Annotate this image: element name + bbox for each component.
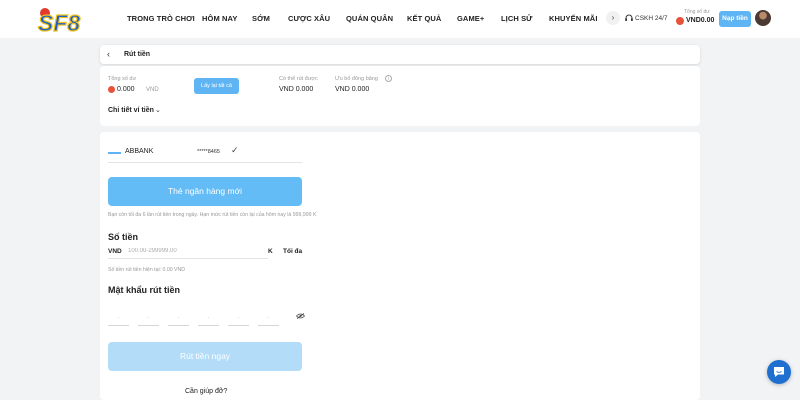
page-header: ‹ Rút tiền — [100, 45, 700, 64]
headset-icon[interactable] — [624, 13, 634, 23]
check-icon: ✓ — [231, 145, 239, 155]
wallet-detail-toggle[interactable]: Chi tiết ví tiền — [108, 107, 154, 114]
pin-digit-input[interactable]: - — [198, 314, 219, 326]
max-amount-button[interactable]: Tối đa — [283, 248, 302, 255]
deposit-button[interactable]: Nạp tiền — [719, 11, 751, 27]
nav-item-games[interactable]: GAME+ — [457, 14, 484, 23]
pin-digit-input[interactable]: - — [228, 314, 249, 326]
withdrawable-label: Có thể rút được — [279, 76, 318, 82]
nav-item-early[interactable]: SỚM — [252, 14, 270, 23]
page-title: Rút tiền — [124, 51, 151, 58]
pin-digit-input[interactable]: - — [258, 314, 279, 326]
wallet-summary: Tổng số dư 0.000 VND Lấy lại tất cả Có t… — [100, 66, 700, 126]
current-amount-note: Số tiền rút tiền hiện tại: 0.00 VND — [108, 267, 185, 273]
total-balance-label: Tổng số dư — [108, 76, 137, 82]
password-title: Mật khẩu rút tiền — [108, 285, 181, 295]
user-avatar[interactable] — [755, 10, 771, 26]
nav-item-today[interactable]: HÔM NAY — [202, 14, 237, 23]
pin-digit-input[interactable]: - — [108, 314, 129, 326]
divider — [108, 258, 268, 259]
chat-bubble-icon — [774, 367, 784, 377]
withdraw-limit-note: Bạn còn tối đa 6 lần rút tiền trong ngày… — [108, 212, 317, 218]
coin-icon — [676, 17, 684, 25]
support-link[interactable]: CSKH 24/7 — [635, 15, 668, 22]
withdraw-form: ABBANK *****8465 ✓ Thẻ ngân hàng mới Bạn… — [100, 132, 700, 400]
chevron-down-icon[interactable]: ⌄ — [155, 106, 161, 114]
bank-indicator — [108, 152, 121, 154]
new-bank-card-button[interactable]: Thẻ ngân hàng mới — [108, 177, 302, 206]
nav-item-results[interactable]: KẾT QUẢ — [407, 14, 441, 23]
chevron-right-icon[interactable]: › — [606, 11, 620, 25]
withdraw-now-button[interactable]: Rút tiền ngay — [108, 342, 302, 371]
divider — [108, 162, 302, 163]
nav-item-history[interactable]: LỊCH SỬ — [501, 14, 533, 23]
pin-digit-input[interactable]: - — [138, 314, 159, 326]
coin-icon — [108, 86, 115, 93]
bank-name[interactable]: ABBANK — [125, 148, 153, 155]
frozen-value: VND 0.000 — [335, 86, 370, 93]
nav-item-parlay[interactable]: CƯỢC XÂU — [288, 14, 330, 23]
total-balance-value: 0.000 — [117, 86, 135, 93]
pin-digit-input[interactable]: - — [168, 314, 189, 326]
frozen-label: Ưu bổ đông băng — [335, 76, 378, 82]
bank-account-number[interactable]: *****8465 — [197, 149, 220, 155]
amount-title: Số tiền — [108, 232, 139, 242]
withdrawable-value: VND 0.000 — [279, 86, 314, 93]
live-chat-button[interactable] — [767, 360, 791, 384]
chevron-left-icon[interactable]: ‹ — [107, 49, 110, 59]
amount-unit: K — [268, 248, 273, 255]
header-balance-label: Tổng số dư — [684, 9, 710, 15]
help-link[interactable]: Cần giúp đỡ? — [185, 388, 227, 395]
nav-item-outright[interactable]: QUÁN QUÂN — [346, 14, 393, 23]
eye-slash-icon[interactable] — [296, 313, 305, 319]
collect-all-button[interactable]: Lấy lại tất cả — [194, 78, 239, 94]
amount-currency: VND — [108, 248, 122, 255]
sf8-logo[interactable]: SF8 — [36, 6, 100, 34]
amount-input[interactable] — [128, 246, 264, 256]
info-icon[interactable]: i — [385, 75, 392, 82]
nav-item-in-play[interactable]: TRONG TRÒ CHƠI — [127, 14, 195, 23]
top-navbar: SF8 TRONG TRÒ CHƠI HÔM NAY SỚM CƯỢC XÂU … — [0, 0, 800, 38]
total-balance-unit: VND — [146, 87, 159, 93]
nav-item-promotions[interactable]: KHUYẾN MÃI — [549, 14, 598, 23]
header-balance-value: VND0.00 — [686, 17, 715, 24]
svg-text:SF8: SF8 — [38, 10, 80, 34]
